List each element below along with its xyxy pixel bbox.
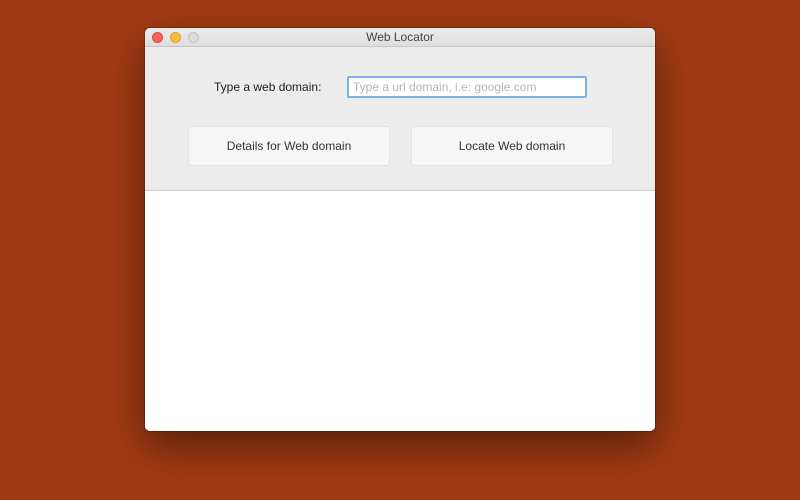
domain-input[interactable] (347, 76, 587, 98)
desktop-background: Web Locator Type a web domain: Details f… (0, 0, 800, 500)
locate-button[interactable]: Locate Web domain (411, 126, 613, 166)
domain-label: Type a web domain: (214, 80, 322, 94)
input-panel: Type a web domain: Details for Web domai… (145, 47, 655, 191)
results-area (145, 191, 655, 431)
app-window: Web Locator Type a web domain: Details f… (145, 28, 655, 431)
details-button[interactable]: Details for Web domain (188, 126, 390, 166)
window-title: Web Locator (366, 30, 434, 44)
window-titlebar[interactable]: Web Locator (145, 28, 655, 47)
